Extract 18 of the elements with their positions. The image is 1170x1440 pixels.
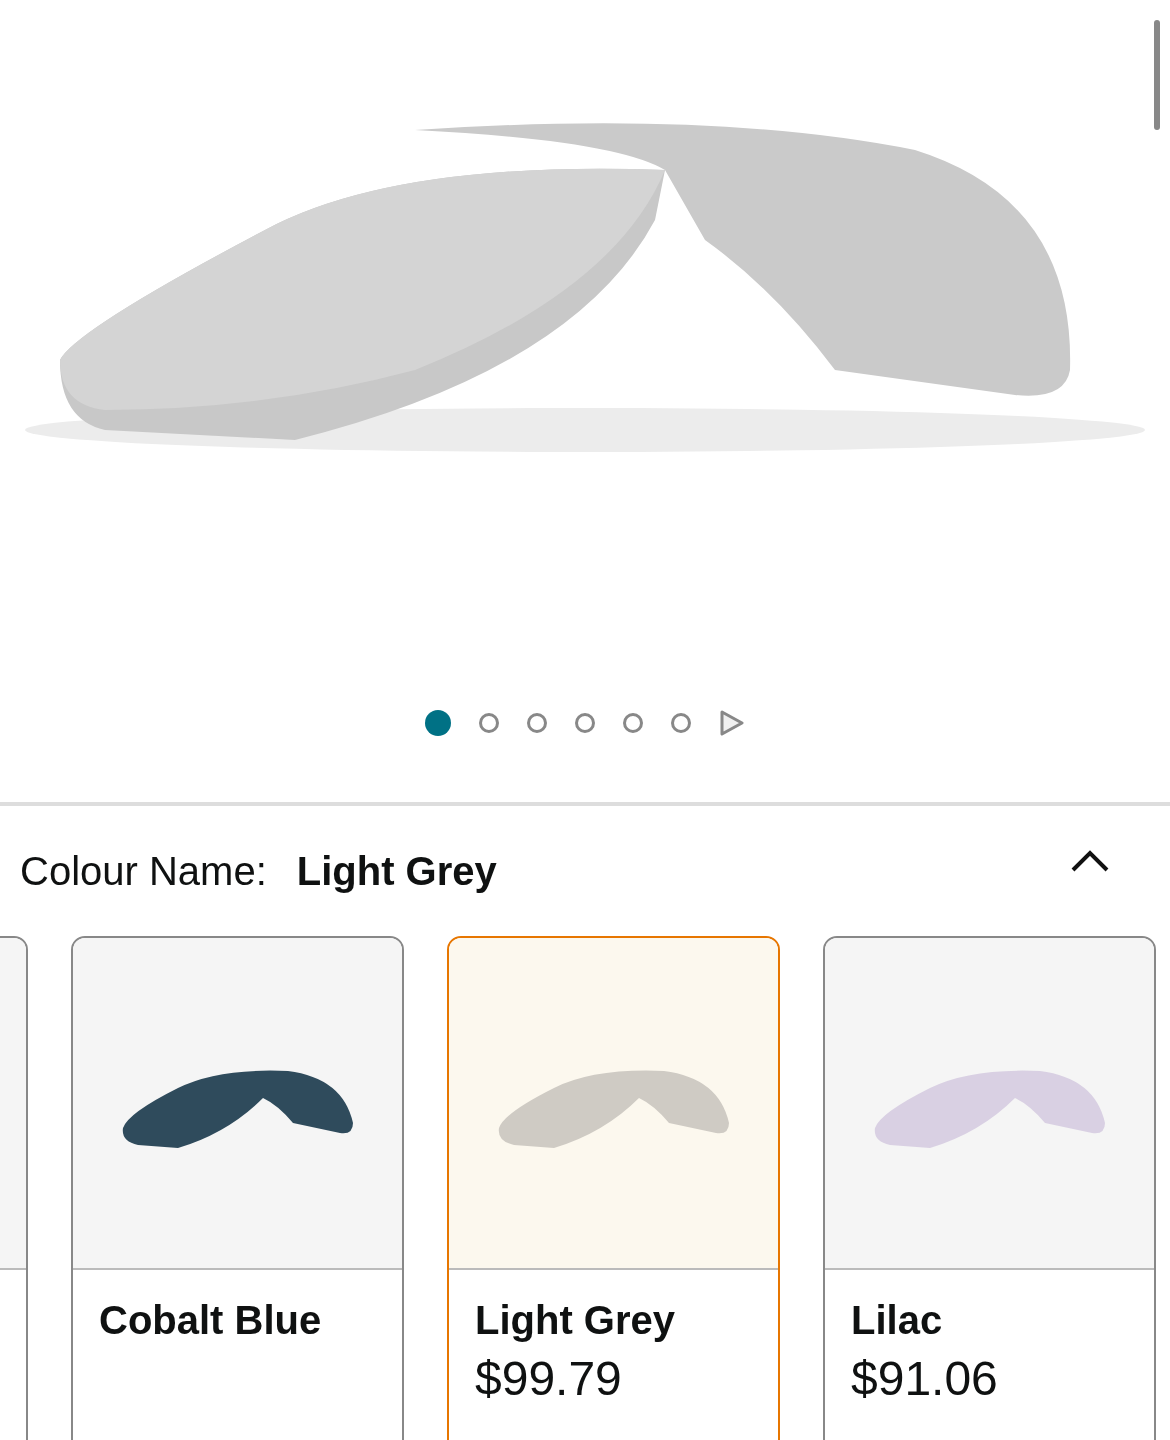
carousel-dot[interactable] bbox=[527, 713, 547, 733]
carousel-dot[interactable] bbox=[479, 713, 499, 733]
swatch-price: $91.06 bbox=[851, 1351, 999, 1406]
swatch-card[interactable]: Light Grey $99.79 bbox=[447, 936, 780, 1440]
swatch-card[interactable]: Lilac $91.06 bbox=[823, 936, 1156, 1440]
carousel-dot[interactable] bbox=[575, 713, 595, 733]
carousel-dot[interactable] bbox=[425, 710, 451, 736]
carousel-dot[interactable] bbox=[623, 713, 643, 733]
carousel-dot[interactable] bbox=[671, 713, 691, 733]
play-triangle-icon[interactable] bbox=[719, 710, 745, 736]
swatch-price: $99.79 bbox=[475, 1351, 623, 1406]
chevron-up-icon[interactable] bbox=[1070, 849, 1110, 873]
colour-value: Light Grey bbox=[296, 848, 497, 894]
swatch-name: Light Grey bbox=[475, 1298, 677, 1343]
swatch-card[interactable]: Cobalt Blue bbox=[71, 936, 404, 1440]
colour-label: Colour Name: bbox=[20, 848, 267, 894]
swatch-name: Lilac bbox=[851, 1298, 944, 1343]
swatch-name: Cobalt Blue bbox=[99, 1298, 323, 1343]
